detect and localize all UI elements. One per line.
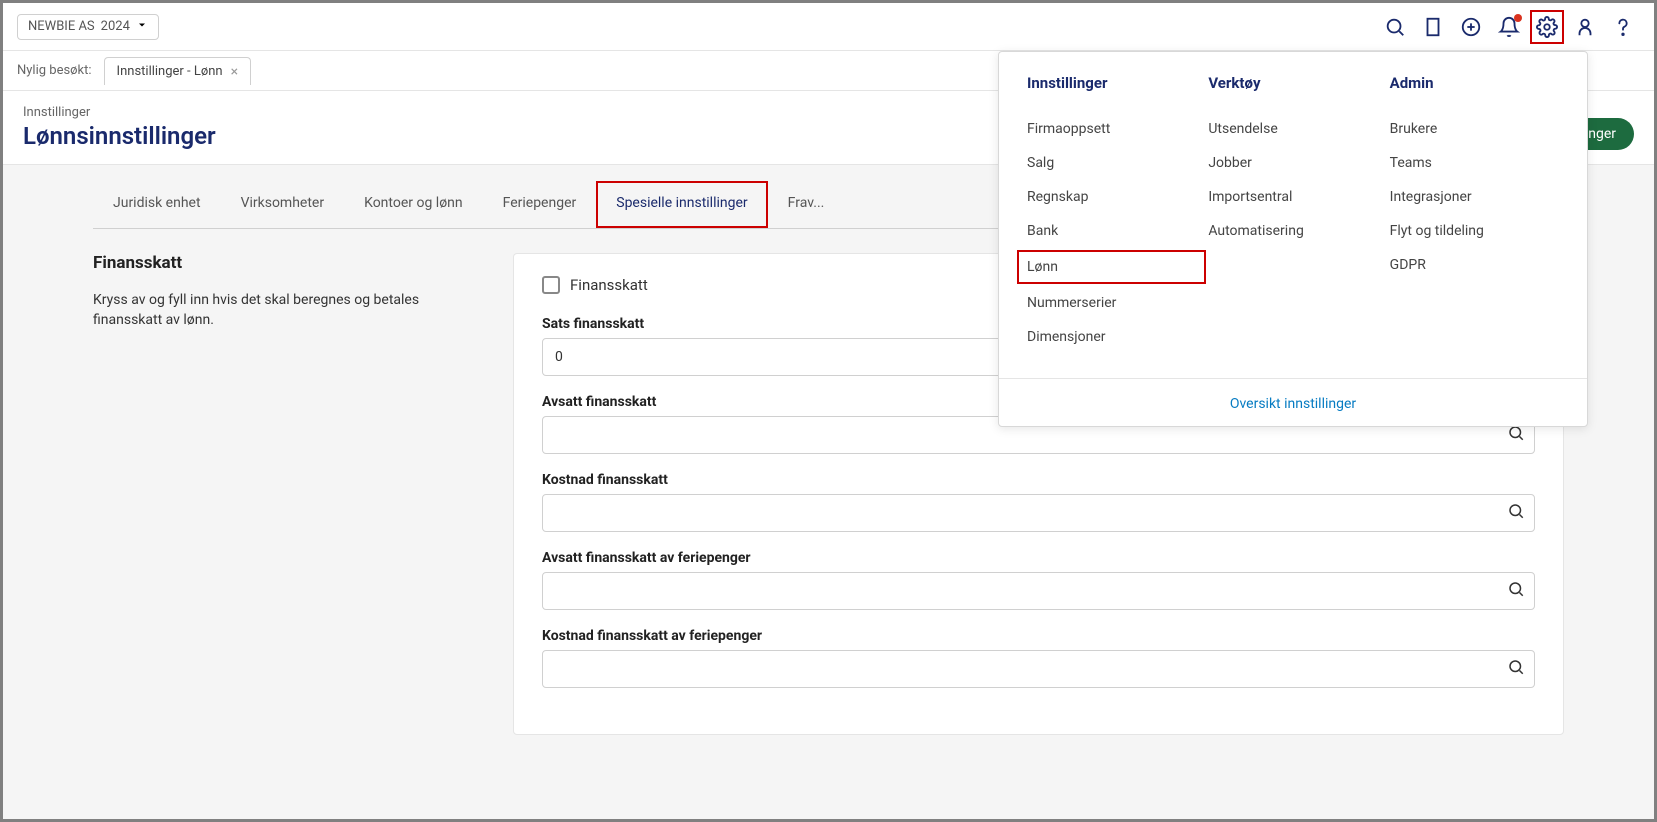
menu-item-brukere[interactable]: Brukere: [1390, 112, 1559, 146]
menu-item-flyt-og-tildeling[interactable]: Flyt og tildeling: [1390, 214, 1559, 248]
menu-item-integrasjoner[interactable]: Integrasjoner: [1390, 180, 1559, 214]
settings-panel: Innstillinger Firmaoppsett Salg Regnskap…: [998, 51, 1588, 427]
settings-overview-link[interactable]: Oversikt innstillinger: [1230, 396, 1356, 412]
tab-virksomheter[interactable]: Virksomheter: [221, 181, 345, 228]
menu-item-nummerserier[interactable]: Nummerserier: [1027, 286, 1196, 320]
panel-col-title-innstillinger: Innstillinger: [1027, 74, 1196, 92]
close-icon[interactable]: ×: [231, 65, 238, 79]
avsatt-ferie-label: Avsatt finansskatt av feriepenger: [542, 550, 1535, 566]
search-icon[interactable]: [1507, 658, 1525, 680]
search-icon[interactable]: [1507, 580, 1525, 602]
open-tab[interactable]: Innstillinger - Lønn ×: [104, 57, 252, 85]
kostnad-ferie-input[interactable]: [542, 650, 1535, 688]
tab-feriepenger[interactable]: Feriepenger: [483, 181, 597, 228]
search-icon[interactable]: [1507, 424, 1525, 446]
menu-item-importsentral[interactable]: Importsentral: [1208, 180, 1377, 214]
menu-item-firmaoppsett[interactable]: Firmaoppsett: [1027, 112, 1196, 146]
help-icon[interactable]: [1606, 10, 1640, 44]
section-title: Finansskatt: [93, 253, 473, 273]
menu-item-jobber[interactable]: Jobber: [1208, 146, 1377, 180]
page-title: Lønnsinnstillinger: [23, 122, 216, 150]
finansskatt-checkbox[interactable]: [542, 276, 560, 294]
tab-juridisk-enhet[interactable]: Juridisk enhet: [93, 181, 221, 228]
search-icon[interactable]: [1507, 502, 1525, 524]
menu-item-salg[interactable]: Salg: [1027, 146, 1196, 180]
menu-item-gdpr[interactable]: GDPR: [1390, 248, 1559, 282]
kostnad-input[interactable]: [542, 494, 1535, 532]
tab-fravaer[interactable]: Frav...: [768, 181, 845, 228]
year: 2024: [101, 19, 130, 34]
menu-item-bank[interactable]: Bank: [1027, 214, 1196, 248]
chevron-down-icon: [136, 19, 148, 35]
company-selector[interactable]: NEWBIE AS 2024: [17, 14, 159, 40]
notification-dot: [1514, 14, 1522, 22]
kostnad-label: Kostnad finansskatt: [542, 472, 1535, 488]
menu-item-automatisering[interactable]: Automatisering: [1208, 214, 1377, 248]
panel-col-title-verktoy: Verktøy: [1208, 74, 1377, 92]
menu-item-dimensjoner[interactable]: Dimensjoner: [1027, 320, 1196, 354]
avsatt-ferie-input[interactable]: [542, 572, 1535, 610]
open-tab-label: Innstillinger - Lønn: [117, 64, 223, 79]
building-icon[interactable]: [1416, 10, 1450, 44]
finansskatt-checkbox-label: Finansskatt: [570, 276, 648, 294]
bell-icon[interactable]: [1492, 10, 1526, 44]
breadcrumb: Innstillinger: [23, 105, 216, 120]
tab-spesielle-innstillinger[interactable]: Spesielle innstillinger: [596, 181, 767, 228]
user-icon[interactable]: [1568, 10, 1602, 44]
section-description: Kryss av og fyll inn hvis det skal bereg…: [93, 291, 473, 330]
company-name: NEWBIE AS: [28, 19, 95, 34]
search-icon[interactable]: [1378, 10, 1412, 44]
kostnad-ferie-label: Kostnad finansskatt av feriepenger: [542, 628, 1535, 644]
plus-circle-icon[interactable]: [1454, 10, 1488, 44]
menu-item-teams[interactable]: Teams: [1390, 146, 1559, 180]
panel-col-title-admin: Admin: [1390, 74, 1559, 92]
tab-kontoer-og-lonn[interactable]: Kontoer og lønn: [344, 181, 483, 228]
recent-label: Nylig besøkt:: [17, 63, 92, 78]
menu-item-lonn[interactable]: Lønn: [1017, 250, 1206, 284]
menu-item-regnskap[interactable]: Regnskap: [1027, 180, 1196, 214]
menu-item-utsendelse[interactable]: Utsendelse: [1208, 112, 1377, 146]
gear-icon[interactable]: [1530, 10, 1564, 44]
